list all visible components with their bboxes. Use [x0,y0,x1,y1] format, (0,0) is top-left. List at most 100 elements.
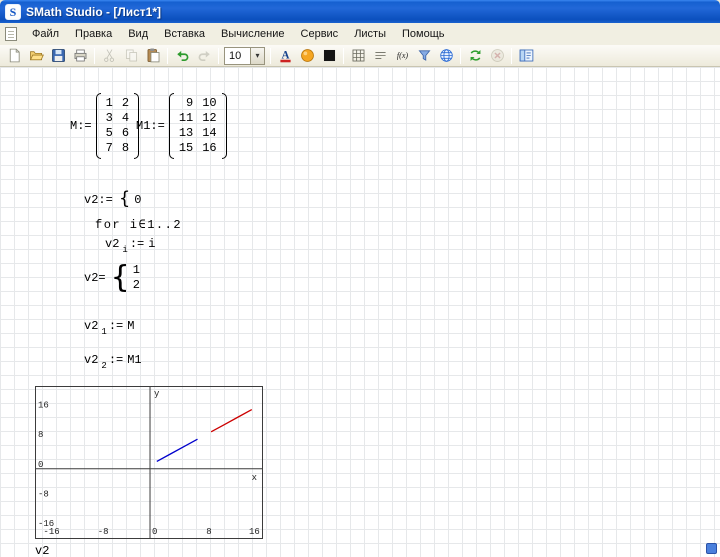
svg-text:y: y [154,389,160,399]
toolbar-separator [511,48,512,64]
svg-text:x: x [252,473,257,483]
matrix-m1-values: 910111213141516 [174,93,222,159]
v2-result-row-1: 1 [133,263,140,278]
for-loop-line[interactable]: for i∈1..2 [95,217,182,232]
loop-var-subscript: i [122,245,127,255]
matrix-definition-m[interactable]: M:= 12345678 [70,93,139,159]
font-size-value: 10 [225,48,250,64]
svg-text:8: 8 [206,527,211,537]
web-button[interactable] [435,46,457,66]
v2-result-row-2: 2 [133,278,140,293]
function-button[interactable]: f(x) [391,46,413,66]
svg-text:A: A [281,49,289,61]
matrix-definition-m1[interactable]: M1:= 910111213141516 [136,93,227,159]
copy-button[interactable] [120,46,142,66]
assign-operator: := [130,237,144,251]
menu-file[interactable]: Файл [24,24,67,44]
worksheet-document-icon [5,27,17,41]
matrix-m: 12345678 [96,93,139,159]
toolbar-separator [460,48,461,64]
panels-button[interactable] [515,46,537,66]
corner-marker [706,543,717,554]
toolbar-items: 10▾ Af(x) [3,46,537,66]
open-brace-icon: { [111,263,130,293]
v2-program-definition[interactable]: v2:= { 0 [84,189,141,210]
matrix-m-values: 12345678 [101,93,134,159]
toolbar-separator [94,48,95,64]
loop-rhs: i [148,237,155,251]
menubar: ФайлПравкаВидВставкаВычислениеСервисЛист… [0,23,720,45]
app-icon: S [5,4,21,20]
v2-def-first-line: 0 [134,193,141,207]
v2-result-lhs: v2= [84,271,106,285]
right-paren-icon [222,93,227,159]
menu-edit[interactable]: Правка [67,24,120,44]
assign-operator: := [109,353,123,367]
open-brace-icon: { [119,188,130,209]
svg-text:-16: -16 [43,527,59,537]
v2-def-lhs: v2:= [84,193,113,207]
plot-expression[interactable]: v2 [35,544,49,557]
assign2-rhs: M1 [127,353,141,367]
menu-calculation[interactable]: Вычисление [213,24,293,44]
assign1-base: v2 [84,319,98,333]
svg-text:0: 0 [152,527,157,537]
assignment-v2-2[interactable]: v22:= M1 [84,353,142,369]
font-size-select[interactable]: 10▾ [224,47,265,65]
cut-button[interactable] [98,46,120,66]
redo-button[interactable] [193,46,215,66]
matrix-m1-label: M1:= [136,119,165,133]
toolbar-separator [218,48,219,64]
svg-text:f(x): f(x) [396,51,408,60]
interrupt-button[interactable] [486,46,508,66]
svg-text:-8: -8 [98,527,109,537]
titlebar[interactable]: S SMath Studio - [Лист1*] [0,0,720,23]
assign1-rhs: M [127,319,134,333]
chevron-down-icon[interactable]: ▾ [250,48,264,64]
menu-view[interactable]: Вид [120,24,156,44]
background-color-button[interactable] [296,46,318,66]
plot-svg: 1680-8-16-16-80816yx [36,387,262,538]
assign2-subscript: 2 [101,361,106,371]
assign-operator: := [109,319,123,333]
v2-result-values: 1 2 [133,263,140,293]
window-title: SMath Studio - [Лист1*] [26,5,161,19]
smath-window: S SMath Studio - [Лист1*] ФайлПравкаВидВ… [0,0,720,557]
svg-text:0: 0 [38,460,43,470]
assign2-base: v2 [84,353,98,367]
matrix-m1: 910111213141516 [169,93,227,159]
toolbar: 10▾ Af(x) [0,45,720,67]
svg-text:16: 16 [38,401,49,411]
assignment-v2-1[interactable]: v21:= M [84,319,134,335]
menu-insert[interactable]: Вставка [156,24,213,44]
worksheet[interactable]: M:= 12345678 M1:= 910111213141516 v2:= {… [0,67,720,557]
font-color-button[interactable]: A [274,46,296,66]
menubar-items: ФайлПравкаВидВставкаВычислениеСервисЛист… [24,24,453,44]
border-button[interactable] [318,46,340,66]
save-button[interactable] [47,46,69,66]
toolbar-separator [167,48,168,64]
new-button[interactable] [3,46,25,66]
v2-result[interactable]: v2= { 1 2 [84,263,140,293]
loop-body-line[interactable]: v2i:=i [105,237,155,253]
menu-tools[interactable]: Сервис [293,24,347,44]
assign1-subscript: 1 [101,327,106,337]
svg-text:-8: -8 [38,489,49,499]
undo-button[interactable] [171,46,193,66]
matrix-m-label: M:= [70,119,92,133]
menu-help[interactable]: Помощь [394,24,453,44]
matrix-button[interactable] [347,46,369,66]
open-button[interactable] [25,46,47,66]
recalculate-button[interactable] [464,46,486,66]
menu-sheets[interactable]: Листы [346,24,394,44]
print-button[interactable] [69,46,91,66]
align-button[interactable] [369,46,391,66]
loop-var-base: v2 [105,237,119,251]
plot-region[interactable]: 1680-8-16-16-80816yx [35,386,263,539]
filter-button[interactable] [413,46,435,66]
toolbar-separator [270,48,271,64]
svg-text:16: 16 [249,527,260,537]
paste-button[interactable] [142,46,164,66]
toolbar-separator [343,48,344,64]
svg-text:8: 8 [38,430,43,440]
